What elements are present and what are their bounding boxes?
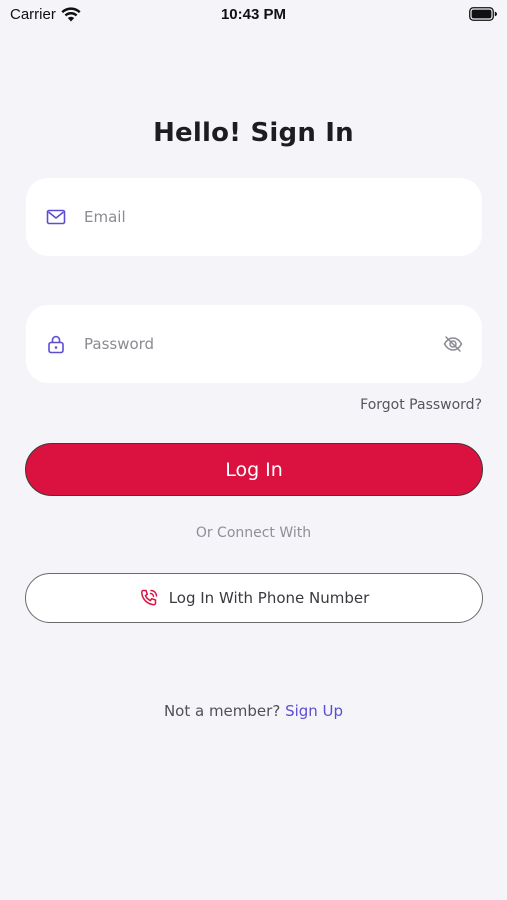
- password-field-container[interactable]: [26, 305, 482, 383]
- phone-icon: [140, 589, 157, 606]
- email-field-container[interactable]: [26, 178, 482, 256]
- battery-icon: [469, 7, 497, 25]
- lock-icon: [48, 335, 64, 354]
- signup-link[interactable]: Sign Up: [285, 702, 343, 720]
- mail-icon: [46, 209, 66, 225]
- page-title: Hello! Sign In: [153, 118, 354, 148]
- signup-row: Not a member? Sign Up: [0, 702, 507, 720]
- status-bar: Carrier 10:43 PM: [0, 0, 507, 30]
- status-time: 10:43 PM: [220, 6, 287, 23]
- phone-login-label: Log In With Phone Number: [168, 589, 370, 607]
- sign-in-screen: Carrier 10:43 PM Hello! Sign In Email Fo…: [0, 0, 507, 900]
- eye-off-icon[interactable]: [443, 334, 463, 354]
- forgot-password-link[interactable]: Forgot Password?: [360, 397, 482, 413]
- email-input[interactable]: [84, 202, 424, 232]
- or-connect-label: Or Connect With: [195, 525, 312, 541]
- password-input[interactable]: [84, 329, 424, 359]
- signup-prompt: Not a member?: [163, 702, 281, 720]
- phone-login-button[interactable]: Log In With Phone Number: [25, 573, 483, 623]
- login-button[interactable]: Log In: [25, 443, 483, 496]
